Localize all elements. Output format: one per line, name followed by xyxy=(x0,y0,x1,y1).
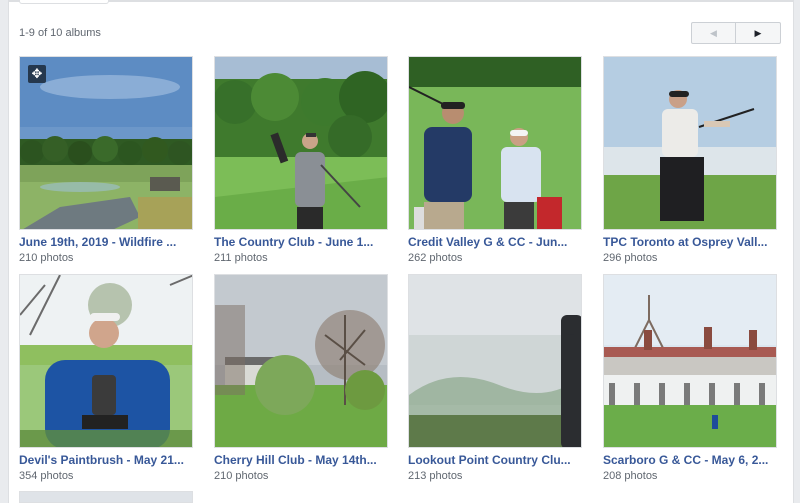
chevron-left-icon: ◀ xyxy=(710,27,717,38)
photo-count: 208 photos xyxy=(603,470,658,482)
chevron-right-icon: ▶ xyxy=(754,27,762,38)
album-cover[interactable] xyxy=(408,56,582,230)
album-card[interactable]: Lookout Point Country Clu... 213 photos xyxy=(408,274,582,483)
album-cover[interactable] xyxy=(408,274,582,448)
album-card[interactable]: Credit Valley G & CC - Jun... 262 photos xyxy=(408,56,582,265)
album-title[interactable]: Credit Valley G & CC - Jun... xyxy=(408,235,582,249)
album-title[interactable]: The Country Club - June 1... xyxy=(214,235,388,249)
album-card[interactable]: Cherry Hill Club - May 14th... 210 photo… xyxy=(214,274,388,483)
tab-divider xyxy=(9,0,793,2)
photo-count: 211 photos xyxy=(214,252,268,264)
photo-count: 354 photos xyxy=(19,470,74,482)
photo-count: 210 photos xyxy=(19,252,74,264)
prev-page-button[interactable]: ◀ xyxy=(691,22,736,44)
album-cover[interactable] xyxy=(19,274,193,448)
album-title[interactable]: Cherry Hill Club - May 14th... xyxy=(214,453,388,467)
album-title[interactable]: June 19th, 2019 - Wildfire ... xyxy=(19,235,193,249)
next-page-button[interactable]: ▶ xyxy=(736,22,781,44)
album-card[interactable]: ✥ June 19th, 2019 - Wildfire ... 210 pho… xyxy=(19,56,193,265)
album-count: 1-9 of 10 albums xyxy=(19,27,101,39)
album-title[interactable]: TPC Toronto at Osprey Vall... xyxy=(603,235,777,249)
photo-count: 213 photos xyxy=(408,470,463,482)
album-cover[interactable] xyxy=(214,56,388,230)
photo-count: 210 photos xyxy=(214,470,269,482)
albums-panel: 1-9 of 10 albums ◀ ▶ ✥ June 19th, 2019 -… xyxy=(8,0,794,503)
album-cover[interactable] xyxy=(603,274,777,448)
photo-count: 262 photos xyxy=(408,252,463,264)
pager: ◀ ▶ xyxy=(691,22,781,44)
album-title[interactable]: Devil's Paintbrush - May 21... xyxy=(19,453,193,467)
photo-count: 296 photos xyxy=(603,252,658,264)
active-tab[interactable] xyxy=(19,0,109,4)
album-card-partial[interactable] xyxy=(19,491,193,503)
album-card[interactable]: The Country Club - June 1... 211 photos xyxy=(214,56,388,265)
move-icon[interactable]: ✥ xyxy=(28,65,46,83)
album-title[interactable]: Scarboro G & CC - May 6, 2... xyxy=(603,453,777,467)
album-card[interactable]: Devil's Paintbrush - May 21... 354 photo… xyxy=(19,274,193,483)
album-cover[interactable] xyxy=(603,56,777,230)
album-card[interactable]: TPC Toronto at Osprey Vall... 296 photos xyxy=(603,56,777,265)
album-cover[interactable]: ✥ xyxy=(19,56,193,230)
album-card[interactable]: Scarboro G & CC - May 6, 2... 208 photos xyxy=(603,274,777,483)
album-title[interactable]: Lookout Point Country Clu... xyxy=(408,453,582,467)
album-cover[interactable] xyxy=(214,274,388,448)
